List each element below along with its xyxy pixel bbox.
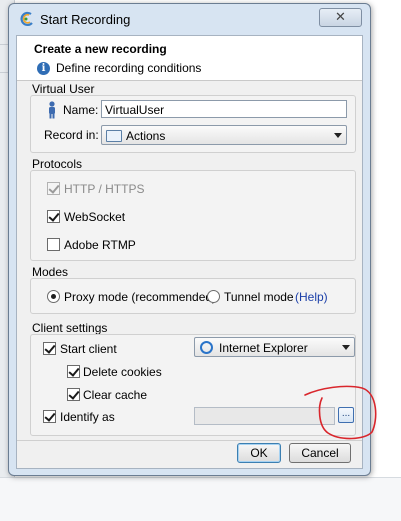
red-annotation-circle [304,385,377,440]
